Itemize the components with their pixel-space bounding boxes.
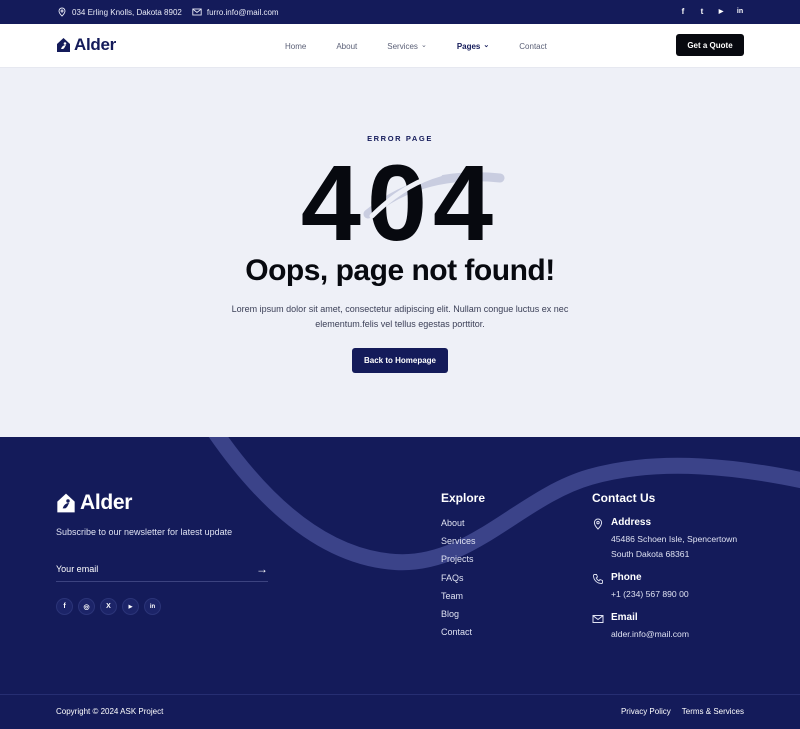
newsletter-form: → — [56, 557, 268, 582]
arrow-right-icon[interactable]: → — [256, 563, 268, 575]
topbar-address-text: 034 Erling Knolls, Dakota 8902 — [72, 7, 182, 17]
nav-label: Services — [387, 41, 418, 51]
mail-icon — [592, 615, 604, 623]
newsletter-email-input[interactable] — [56, 564, 236, 574]
footer-brand-logo[interactable]: Alder — [56, 491, 132, 515]
nav-label: Contact — [519, 41, 547, 51]
address-label: Address — [611, 517, 652, 528]
footer-link-faqs[interactable]: FAQs — [441, 573, 476, 591]
nav-label: Pages — [456, 41, 481, 51]
footer-brand-name: Alder — [80, 491, 133, 514]
explore-heading: Explore — [441, 491, 486, 505]
privacy-policy-link[interactable]: Privacy Policy — [621, 707, 671, 716]
x-icon[interactable]: X — [100, 598, 117, 615]
email-address[interactable]: alder.info@mail.com — [611, 627, 689, 642]
phone-icon — [593, 574, 603, 584]
error-description: Lorem ipsum dolor sit amet, consectetur … — [231, 304, 569, 329]
site-footer: Alder Subscribe to our newsletter for la… — [0, 437, 800, 729]
back-to-homepage-button[interactable]: Back to Homepage — [352, 348, 448, 373]
youtube-icon[interactable]: ▶ — [717, 8, 725, 16]
phone-number[interactable]: +1 (234) 567 890 00 — [611, 587, 689, 602]
explore-links: About Services Projects FAQs Team Blog C… — [441, 518, 476, 645]
error-eyebrow: ERROR PAGE — [367, 134, 433, 143]
footer-socials: f ◎ X ▶ in — [56, 598, 161, 615]
address-line-1: 45486 Schoen Isle, Spencertown — [611, 534, 738, 544]
location-pin-icon — [58, 7, 66, 17]
main-nav: Home About Services ⌄ Pages ⌄ Contact — [285, 24, 577, 68]
topbar-socials: f t ▶ in — [679, 0, 744, 24]
brand-name: Alder — [74, 35, 116, 54]
legal-links: Privacy Policy Terms & Services — [621, 707, 744, 716]
error-section: ERROR PAGE 404 Oops, page not found! Lor… — [0, 68, 800, 437]
topbar-email-text[interactable]: furro.info@mail.com — [207, 8, 279, 17]
get-a-quote-button[interactable]: Get a Quote — [676, 34, 744, 56]
footer-link-about[interactable]: About — [441, 518, 476, 536]
error-title: Oops, page not found! — [245, 254, 555, 287]
top-info-bar: 034 Erling Knolls, Dakota 8902 furro.inf… — [0, 0, 800, 24]
phone-label: Phone — [611, 572, 642, 583]
error-code-text: 404 — [301, 146, 499, 246]
nav-item-about[interactable]: About — [336, 42, 357, 51]
nav-label: Home — [285, 41, 307, 51]
footer-link-team[interactable]: Team — [441, 591, 476, 609]
topbar-address: 034 Erling Knolls, Dakota 8902 — [57, 7, 182, 17]
footer-link-projects[interactable]: Projects — [441, 554, 476, 572]
footer-link-contact[interactable]: Contact — [441, 627, 476, 645]
logo-house-icon — [57, 493, 75, 513]
brand-logo[interactable]: Alder — [56, 35, 116, 55]
twitter-icon[interactable]: t — [698, 8, 706, 16]
contact-phone: Phone +1 (234) 567 890 00 — [592, 572, 689, 602]
nav-item-contact[interactable]: Contact — [519, 42, 547, 51]
nav-item-services[interactable]: Services ⌄ — [387, 42, 427, 51]
contact-heading: Contact Us — [592, 491, 656, 505]
address-line-2: South Dakota 68361 — [611, 549, 690, 559]
error-code-graphic: 404 — [301, 146, 505, 246]
nav-label: About — [336, 41, 358, 51]
footer-link-blog[interactable]: Blog — [441, 609, 476, 627]
nav-item-pages[interactable]: Pages ⌄ — [457, 42, 489, 51]
topbar-email[interactable]: furro.info@mail.com — [192, 7, 279, 17]
facebook-icon[interactable]: f — [56, 598, 73, 615]
site-header: Alder Home About Services ⌄ Pages ⌄ Contac… — [0, 24, 800, 68]
facebook-icon[interactable]: f — [679, 8, 687, 16]
terms-services-link[interactable]: Terms & Services — [682, 707, 744, 716]
footer-link-services[interactable]: Services — [441, 536, 476, 554]
location-pin-icon — [593, 518, 603, 530]
contact-email: Email alder.info@mail.com — [592, 612, 689, 642]
footer-divider — [0, 694, 800, 695]
instagram-icon[interactable]: ◎ — [78, 598, 95, 615]
email-label: Email — [611, 612, 638, 623]
chevron-down-icon: ⌄ — [483, 42, 490, 49]
linkedin-icon[interactable]: in — [736, 8, 744, 16]
copyright-text: Copyright © 2024 ASK Project — [56, 707, 164, 716]
contact-address: Address 45486 Schoen Isle, Spencertown S… — [592, 517, 737, 562]
youtube-icon[interactable]: ▶ — [122, 598, 139, 615]
nav-item-home[interactable]: Home — [285, 42, 306, 51]
chevron-down-icon: ⌄ — [420, 42, 427, 49]
logo-house-icon — [57, 38, 70, 52]
linkedin-icon[interactable]: in — [144, 598, 161, 615]
newsletter-text: Subscribe to our newsletter for latest u… — [56, 527, 233, 537]
topbar-contact-info: 034 Erling Knolls, Dakota 8902 furro.inf… — [57, 0, 279, 24]
mail-icon — [192, 8, 202, 16]
